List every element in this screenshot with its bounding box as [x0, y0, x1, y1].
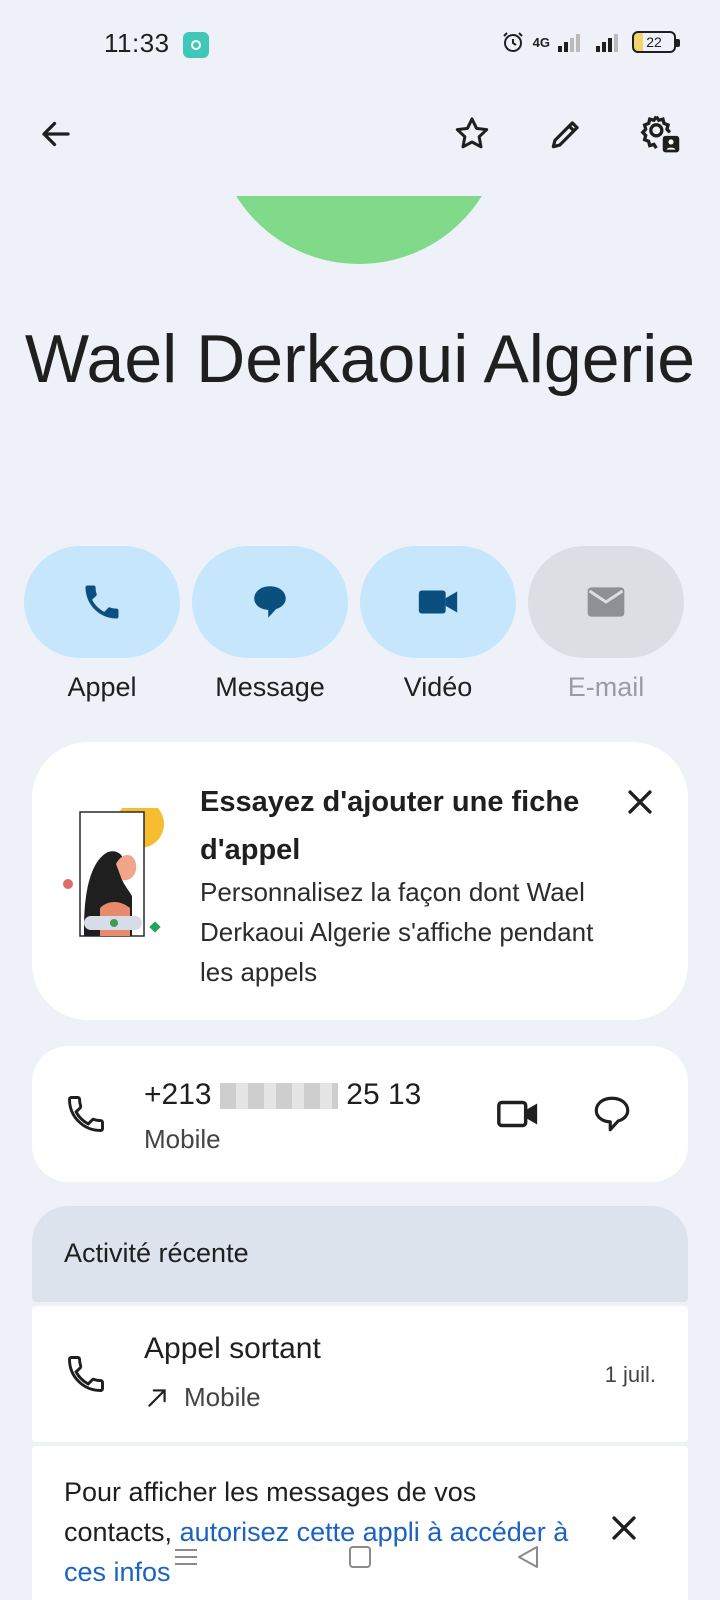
battery-icon: 22	[632, 31, 680, 53]
triangle-back-icon	[518, 1546, 538, 1568]
call-card-promo: Essayez d'ajouter une fiche d'appel Pers…	[32, 742, 688, 1020]
video-call-button[interactable]	[492, 1088, 544, 1140]
email-action-label: E-mail	[567, 672, 645, 702]
nav-home-button[interactable]	[340, 1542, 380, 1572]
message-outline-icon	[594, 1096, 630, 1132]
pencil-icon	[551, 121, 579, 149]
signal-icon	[558, 32, 580, 52]
call-action-pill[interactable]	[24, 546, 180, 658]
email-action-pill[interactable]	[528, 546, 684, 658]
square-icon	[349, 1546, 371, 1568]
phone-outline-icon	[68, 1096, 104, 1132]
app-notification-icon	[183, 32, 209, 58]
recent-item-title: Appel sortant	[144, 1332, 321, 1365]
promo-title: Essayez d'ajouter une fiche d'appel	[200, 786, 580, 866]
contact-settings-button[interactable]	[634, 108, 686, 160]
phone-number-suffix: 25 13	[346, 1078, 422, 1111]
promo-body: Personnalisez la façon dont Wael Derkaou…	[200, 877, 594, 987]
back-button[interactable]	[30, 108, 82, 160]
alarm-icon	[502, 32, 523, 52]
battery-level: 22	[646, 34, 662, 50]
close-icon	[628, 790, 652, 814]
video-outline-icon	[497, 1100, 538, 1128]
status-time: 11:33	[104, 28, 170, 58]
outgoing-arrow-icon	[148, 1388, 166, 1407]
video-icon	[418, 590, 458, 614]
recent-item-date: 1 juil.	[604, 1362, 656, 1387]
phone-outline-icon	[68, 1356, 104, 1392]
recent-activity-header: Activité récente	[32, 1206, 688, 1302]
video-action-label: Vidéo	[403, 672, 473, 702]
contact-name: Wael Derkaoui Algerie	[24, 321, 696, 397]
mail-icon	[587, 587, 625, 617]
redacted-digits	[219, 1083, 338, 1110]
recent-item-subtitle: Mobile	[144, 1382, 261, 1413]
promo-close-button[interactable]	[616, 778, 664, 826]
recent-activity-title: Activité récente	[64, 1238, 249, 1268]
video-action-pill[interactable]	[360, 546, 516, 658]
signal-icon-2	[596, 32, 618, 52]
message-action-pill[interactable]	[192, 546, 348, 658]
recent-activity-item[interactable]: Appel sortant Mobile 1 juil.	[32, 1306, 688, 1442]
status-bar: 11:33 4G 22	[0, 0, 720, 90]
send-message-button[interactable]	[586, 1088, 638, 1140]
call-card-illustration	[63, 808, 164, 937]
favorite-button[interactable]	[446, 108, 498, 160]
nav-back-button[interactable]	[508, 1542, 548, 1572]
video-action[interactable]: Vidéo	[360, 546, 516, 703]
contact-avatar	[214, 196, 504, 264]
phone-number-prefix: +213	[144, 1078, 212, 1111]
phone-icon	[85, 585, 119, 619]
message-action-label: Message	[215, 672, 325, 702]
menu-icon	[175, 1549, 197, 1565]
phone-number-card[interactable]: +213 25 13 Mobile	[32, 1046, 688, 1182]
email-action[interactable]: E-mail	[528, 546, 684, 703]
edit-button[interactable]	[540, 108, 592, 160]
phone-type: Mobile	[144, 1124, 221, 1154]
star-outline-icon	[455, 117, 489, 149]
recent-item-type: Mobile	[184, 1382, 261, 1412]
network-label: 4G	[532, 34, 550, 50]
message-icon	[254, 586, 286, 618]
status-indicators: 4G 22	[501, 30, 680, 54]
system-nav-bar	[0, 1530, 720, 1580]
call-action[interactable]: Appel	[24, 546, 180, 703]
call-action-label: Appel	[67, 672, 137, 702]
arrow-left-icon	[42, 121, 70, 147]
contact-settings-icon	[640, 115, 680, 153]
nav-menu-button[interactable]	[166, 1542, 206, 1572]
phone-number: +213 25 13	[144, 1078, 421, 1112]
message-action[interactable]: Message	[192, 546, 348, 703]
